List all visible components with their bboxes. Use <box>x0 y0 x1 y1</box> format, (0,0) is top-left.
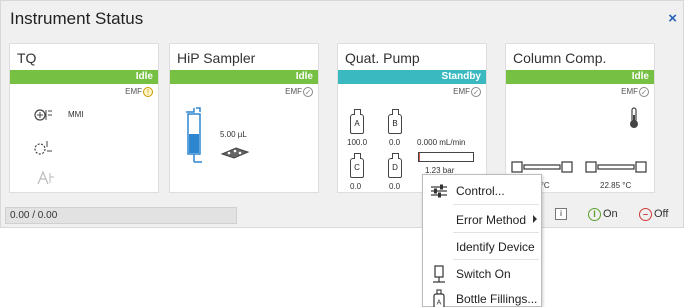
vial-tray-icon <box>220 147 250 159</box>
on-button[interactable]: I On <box>588 206 618 222</box>
menu-item-control[interactable]: Control... <box>423 177 541 203</box>
menu-label: Identify Device <box>456 240 535 254</box>
module-card-column[interactable]: Column Comp. Idle EMF✓ 0 °C 22.85 °C <box>505 43 655 193</box>
bottle-d: D <box>388 153 402 178</box>
power-on-icon: I <box>588 207 601 221</box>
on-label: On <box>603 208 618 220</box>
off-label: Off <box>654 208 669 220</box>
module-card-sampler[interactable]: HiP Sampler Idle EMF ✓ 5.00 µL <box>169 43 319 193</box>
panel-title: Instrument Status <box>10 9 144 28</box>
bottle-b: B <box>388 109 402 134</box>
menu-item-bottle-fillings[interactable]: A Bottle Fillings... <box>423 285 541 307</box>
status-bar-idle: Idle <box>170 70 318 84</box>
emf-indicator: EMF ✓ <box>285 87 313 97</box>
menu-separator <box>453 204 539 205</box>
syringe-icon <box>186 107 202 163</box>
column-left-icon <box>511 161 573 173</box>
info-icon[interactable]: i <box>555 208 567 220</box>
menu-label: Error Method <box>456 213 527 227</box>
status-bar-standby: Standby <box>338 70 486 84</box>
submenu-arrow-icon <box>533 215 537 223</box>
check-icon: ✓ <box>471 87 481 97</box>
esi-icon <box>34 141 52 155</box>
injection-volume: 5.00 µL <box>220 130 247 139</box>
menu-item-identify-device[interactable]: Identify Device <box>423 233 541 259</box>
power-off-icon: – <box>639 207 652 221</box>
module-card-pump[interactable]: Quat. Pump Standby EMF ✓ A 100.0 B 0.0 0.… <box>337 43 487 193</box>
apci-icon <box>37 170 54 185</box>
svg-text:A: A <box>437 300 442 307</box>
menu-item-error-method[interactable]: Error Method <box>423 206 541 232</box>
bottle-c: C <box>350 153 364 178</box>
pressure-gauge <box>418 152 474 162</box>
ion-source-icon <box>34 109 52 121</box>
context-menu: Control... Error Method Identify Device … <box>422 174 542 307</box>
bottle-c-value: 0.0 <box>350 182 362 191</box>
bottle-icon: A <box>433 289 445 307</box>
bottle-a-value: 100.0 <box>347 138 368 147</box>
menu-label: Bottle Fillings... <box>456 292 538 306</box>
instrument-status-panel: Instrument Status × TQ Idle EMF! MMI HiP… <box>0 0 684 228</box>
switch-on-icon <box>433 265 445 283</box>
status-bar-idle: Idle <box>506 70 654 84</box>
menu-label: Switch On <box>456 267 511 281</box>
emf-indicator: EMF ✓ <box>453 87 481 97</box>
progress-counter: 0.00 / 0.00 <box>5 207 237 224</box>
pressure-fill <box>419 153 421 161</box>
flow-rate: 0.000 mL/min <box>417 138 466 147</box>
module-name: HiP Sampler <box>177 50 256 66</box>
module-name: Column Comp. <box>513 50 607 66</box>
off-button[interactable]: – Off <box>639 206 668 222</box>
module-name: Quat. Pump <box>345 50 420 66</box>
emf-indicator: EMF ✓ <box>621 87 649 97</box>
module-card-tq[interactable]: TQ Idle EMF! MMI <box>9 43 159 193</box>
check-icon: ✓ <box>303 87 313 97</box>
check-icon: ✓ <box>639 87 649 97</box>
thermometer-icon <box>630 107 638 128</box>
bottle-a: A <box>350 109 364 134</box>
menu-label: Control... <box>456 184 505 198</box>
emf-indicator: EMF! <box>125 87 153 97</box>
warning-icon: ! <box>143 87 153 97</box>
menu-item-switch-on[interactable]: Switch On <box>423 260 541 286</box>
status-bar: 0.00 / 0.00 i I On – Off <box>1 201 684 229</box>
status-bar-idle: Idle <box>10 70 158 84</box>
source-label: MMI <box>68 110 84 119</box>
sliders-icon <box>431 184 447 198</box>
column-right-icon <box>585 161 647 173</box>
temp-right: 22.85 °C <box>600 181 632 190</box>
module-name: TQ <box>17 50 37 66</box>
close-icon[interactable]: × <box>668 10 677 27</box>
bottle-d-value: 0.0 <box>389 182 401 191</box>
bottle-b-value: 0.0 <box>389 138 401 147</box>
